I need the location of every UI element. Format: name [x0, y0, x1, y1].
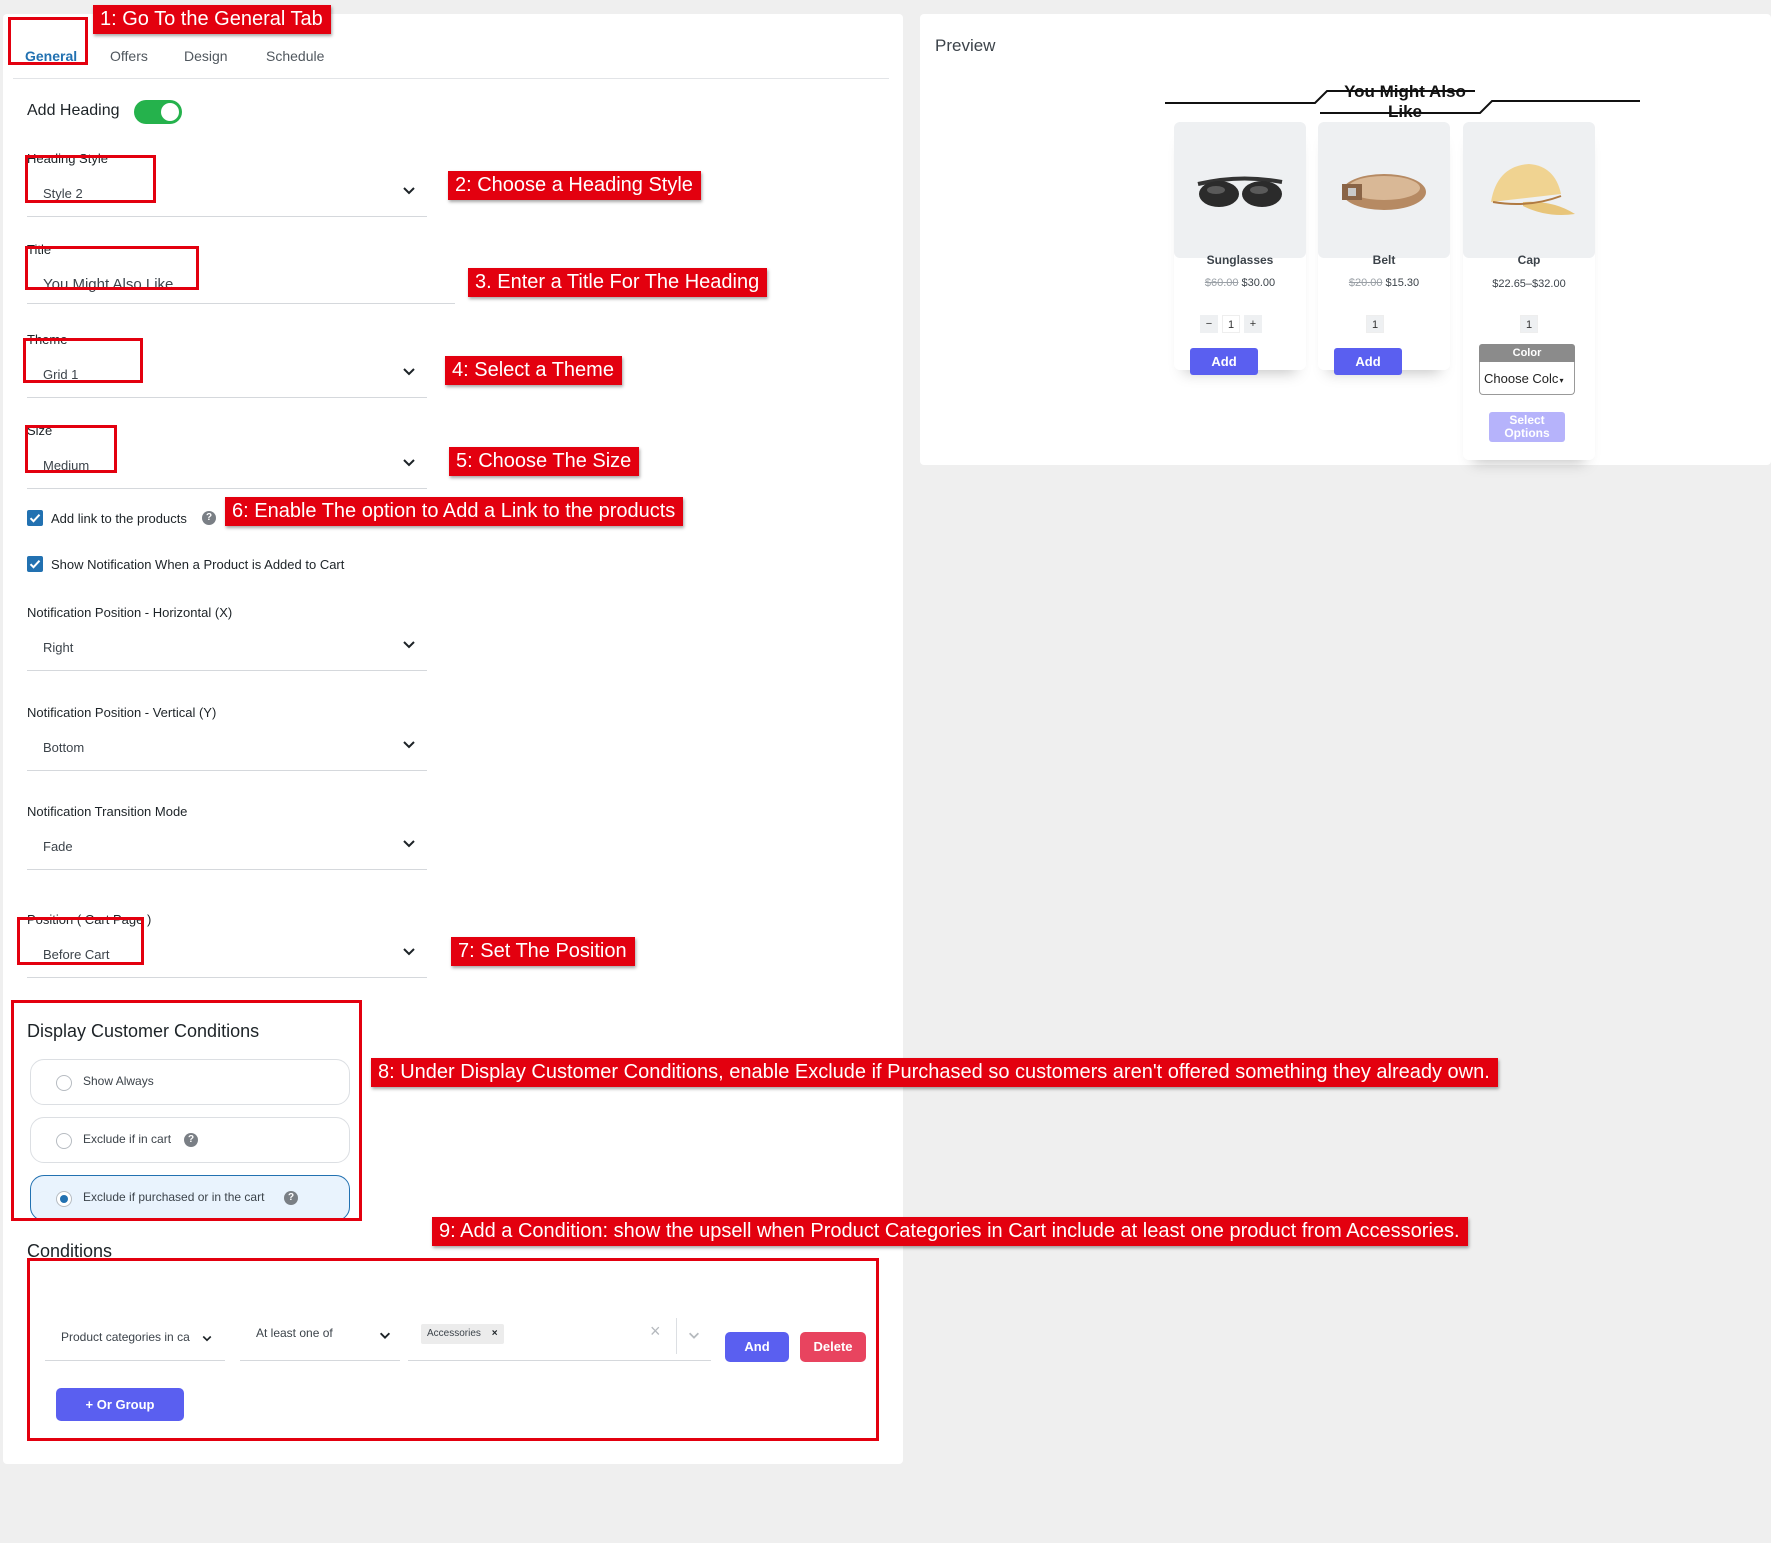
callout-2: 2: Choose a Heading Style [448, 171, 701, 200]
cap-image [1463, 122, 1595, 258]
sale-price: $15.30 [1385, 277, 1420, 289]
minus-icon[interactable]: − [1200, 315, 1218, 333]
callout-1: 1: Go To the General Tab [93, 5, 331, 34]
preview-heading: You Might Also Like [1344, 82, 1466, 121]
chevron-down-icon [403, 840, 415, 848]
notif-y-label: Notification Position - Vertical (Y) [27, 705, 217, 720]
plus-icon[interactable]: + [1244, 315, 1262, 333]
chevron-down-icon [403, 459, 415, 467]
sale-price: $30.00 [1241, 277, 1276, 289]
highlight-box [25, 155, 156, 203]
callout-9: 9: Add a Condition: show the upsell when… [432, 1217, 1468, 1246]
color-label: Color [1479, 344, 1575, 362]
callout-5: 5: Choose The Size [449, 447, 640, 476]
quantity-value[interactable]: 1 [1222, 315, 1240, 333]
chevron-down-icon [403, 741, 415, 749]
add-to-cart-button[interactable]: Add [1190, 348, 1258, 375]
add-heading-label: Add Heading [27, 102, 120, 119]
old-price: $60.00 [1204, 277, 1239, 289]
product-card: Belt $20.00 $15.30 1 Add [1318, 122, 1450, 375]
highlight-box [25, 246, 199, 290]
product-card: Cap $22.65–$32.00 1 Color Choose Colc▾ S… [1463, 122, 1595, 460]
callout-4: 4: Select a Theme [445, 356, 622, 385]
highlight-box [11, 1000, 362, 1221]
old-price: $20.00 [1348, 277, 1383, 289]
product-price: $22.65–$32.00 [1492, 278, 1566, 290]
product-price: $20.00 $15.30 [1318, 277, 1450, 289]
tab-schedule[interactable]: Schedule [266, 48, 324, 64]
show-notification-checkbox[interactable] [27, 556, 43, 572]
preview-panel: Preview You Might Also Like Sunglasses $… [920, 14, 1771, 465]
select-options-button[interactable]: Select Options [1489, 412, 1565, 442]
chevron-down-icon: ▾ [1559, 376, 1564, 385]
notif-x-label: Notification Position - Horizontal (X) [27, 605, 233, 620]
callout-6: 6: Enable The option to Add a Link to th… [225, 497, 684, 526]
chevron-down-icon [403, 368, 415, 376]
settings-panel: General Offers Design Schedule Add Headi… [3, 14, 903, 1464]
tab-divider [13, 78, 889, 79]
add-link-checkbox[interactable] [27, 510, 43, 526]
highlight-box [8, 17, 88, 65]
product-price: $60.00 $30.00 [1174, 277, 1306, 289]
preview-label: Preview [935, 36, 996, 55]
tab-design[interactable]: Design [184, 48, 228, 64]
notif-x-value: Right [43, 640, 74, 655]
color-select-value: Choose Colc [1484, 371, 1559, 386]
tab-offers[interactable]: Offers [110, 48, 148, 64]
transition-value: Fade [43, 839, 73, 854]
chevron-down-icon [403, 948, 415, 956]
callout-8: 8: Under Display Customer Conditions, en… [371, 1058, 1498, 1087]
quantity-value[interactable]: 1 [1366, 315, 1384, 333]
quantity-value[interactable]: 1 [1520, 315, 1538, 333]
color-select[interactable]: Choose Colc▾ [1479, 362, 1575, 395]
callout-3: 3. Enter a Title For The Heading [468, 268, 768, 297]
product-name: Belt [1372, 253, 1396, 267]
transition-select[interactable]: Fade [27, 822, 427, 870]
belt-image [1318, 122, 1450, 258]
sunglasses-image [1174, 122, 1306, 258]
product-card: Sunglasses $60.00 $30.00 − 1 + Add [1174, 122, 1306, 375]
callout-7: 7: Set The Position [451, 937, 635, 966]
highlight-box [25, 425, 117, 473]
help-icon[interactable]: ? [202, 511, 216, 525]
notif-y-select[interactable]: Bottom [27, 723, 427, 771]
transition-label: Notification Transition Mode [27, 804, 188, 819]
chevron-down-icon [403, 641, 415, 649]
notif-y-value: Bottom [43, 740, 85, 755]
highlight-box [23, 338, 143, 383]
add-to-cart-button[interactable]: Add [1334, 348, 1402, 375]
highlight-box [17, 917, 144, 965]
add-link-label: Add link to the products [51, 511, 187, 526]
product-name: Cap [1517, 253, 1541, 267]
add-heading-toggle[interactable] [134, 100, 182, 124]
product-name: Sunglasses [1206, 253, 1274, 267]
chevron-down-icon [403, 187, 415, 195]
show-notification-label: Show Notification When a Product is Adde… [51, 557, 345, 572]
highlight-box [27, 1258, 879, 1441]
notif-x-select[interactable]: Right [27, 623, 427, 671]
